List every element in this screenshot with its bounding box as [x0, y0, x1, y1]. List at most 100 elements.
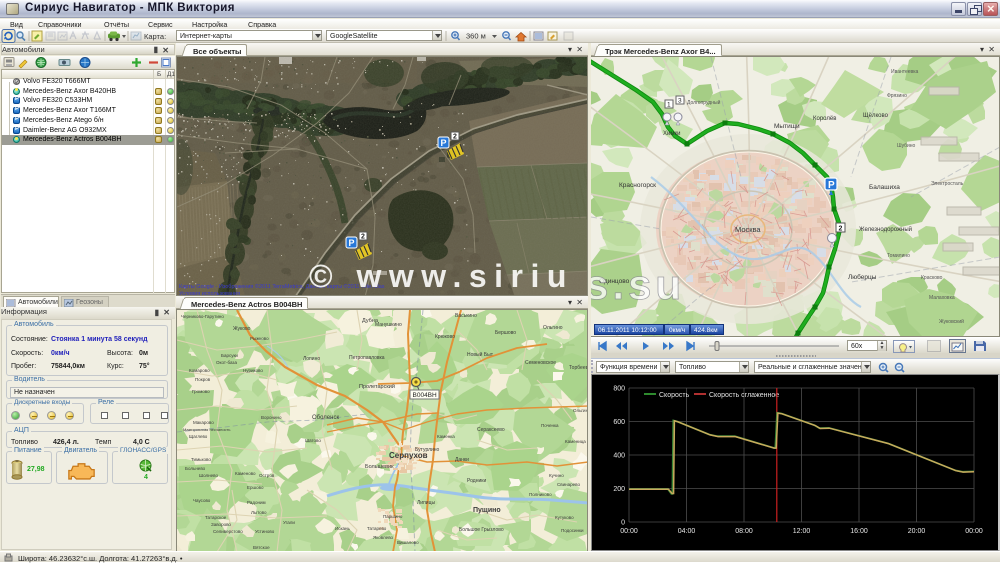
svg-text:16:00: 16:00 [850, 528, 868, 535]
svg-text:Данки: Данки [455, 457, 469, 463]
svg-text:Подосинки: Подосинки [561, 528, 584, 533]
svg-text:Татарево: Татарево [367, 526, 387, 531]
svg-text:Каменица: Каменица [565, 439, 586, 444]
svg-text:Жуковский: Жуковский [939, 318, 964, 325]
svg-text:Больнево: Больнево [185, 466, 206, 471]
svg-text:Чаусово: Чаусово [193, 498, 211, 503]
svg-text:Лытово: Лытово [251, 510, 267, 515]
svg-text:Селиверстово: Селиверстово [213, 529, 243, 534]
svg-text:Ивантеевка: Ивантеевка [891, 69, 918, 75]
svg-text:Бутурлино: Бутурлино [415, 447, 440, 453]
svg-text:Большевик: Большевик [365, 464, 394, 470]
svg-text:Каменка: Каменка [437, 434, 455, 439]
svg-text:Барсуки: Барсуки [221, 353, 238, 358]
svg-text:s.su: s.su [591, 261, 685, 308]
svg-text:Электросталь: Электросталь [931, 181, 964, 187]
svg-text:20:00: 20:00 [908, 528, 926, 535]
svg-text:Москва: Москва [735, 225, 761, 234]
svg-text:Оболенск: Оболенск [312, 415, 339, 421]
svg-text:P: P [441, 138, 447, 148]
svg-text:Нуриково: Нуриково [243, 368, 263, 373]
svg-text:Торбеево: Торбеево [569, 365, 588, 371]
svg-text:600: 600 [613, 419, 625, 426]
svg-text:360 м: 360 м [466, 32, 486, 41]
svg-text:Ершово: Ершово [247, 485, 264, 490]
svg-text:Свинарево: Свинарево [557, 482, 580, 487]
svg-text:Каменово: Каменово [235, 471, 256, 476]
svg-text:2: 2 [453, 134, 457, 141]
svg-text:Долгопрудный: Долгопрудный [687, 99, 721, 106]
svg-text:Скорость сглаженное: Скорость сглаженное [709, 392, 779, 399]
svg-text:Макарово: Макарово [193, 420, 214, 425]
svg-text:P: P [349, 238, 355, 248]
svg-text:Рыжково: Рыжково [250, 336, 269, 341]
svg-text:Тимьково: Тимьково [191, 457, 211, 462]
svg-text:Васькино: Васькино [455, 313, 477, 319]
svg-text:Кучино: Кучино [549, 473, 564, 478]
svg-text:Искань: Искань [335, 526, 351, 531]
svg-text:800: 800 [613, 386, 625, 393]
svg-text:Щаглево: Щаглево [189, 434, 208, 439]
svg-text:Манушкино: Манушкино [375, 322, 402, 328]
svg-text:Шатово: Шатово [305, 438, 321, 443]
svg-text:00:00: 00:00 [620, 528, 638, 535]
svg-text:04:00: 04:00 [678, 528, 696, 535]
svg-text:Жуково: Жуково [233, 326, 251, 332]
svg-text:Ольгино: Ольгино [573, 408, 588, 413]
svg-text:Вишалово: Вишалово [397, 540, 419, 545]
svg-text:Ольгино: Ольгино [543, 325, 563, 331]
svg-text:Паршино: Паршино [383, 514, 403, 519]
svg-text:Лопино: Лопино [303, 356, 320, 362]
svg-text:Петропавловка: Петропавловка [349, 355, 385, 361]
svg-text:Сераксеево: Сераксеево [477, 427, 505, 433]
svg-text:Угали: Угали [283, 520, 295, 525]
svg-text:Красково: Красково [921, 275, 943, 281]
svg-text:Татарское: Татарское [205, 515, 227, 520]
svg-text:Шубино: Шубино [897, 143, 916, 149]
svg-text:Химки: Химки [663, 131, 680, 137]
svg-text:© www.siriu: © www.siriu [309, 258, 574, 294]
svg-text:Скорость: Скорость [659, 392, 690, 399]
svg-text:Окот-база: Окот-база [216, 360, 237, 365]
svg-text:Люберцы: Люберцы [848, 273, 877, 281]
svg-text:Яковлево: Яковлево [373, 535, 394, 540]
svg-text:Заворово: Заворово [211, 522, 231, 527]
svg-text:Новый Быт: Новый Быт [467, 351, 494, 358]
svg-text:Большое Грызлово: Большое Грызлово [459, 527, 504, 533]
svg-text:3: 3 [678, 98, 682, 105]
svg-text:Крюково: Крюково [435, 334, 455, 340]
svg-text:Условия использования: Условия использования [179, 291, 240, 296]
svg-text:Малаховка: Малаховка [929, 295, 955, 301]
svg-text:Липицы: Липицы [417, 500, 435, 506]
svg-text:Комарово: Комарово [189, 368, 210, 373]
svg-text:Радоним: Радоним [247, 500, 266, 505]
svg-text:Мамировская песчаность: Мамировская песчаность [183, 427, 230, 432]
svg-text:Шолнево: Шолнево [199, 473, 218, 478]
svg-text:Родники: Родники [467, 478, 486, 484]
svg-text:Мытищи: Мытищи [774, 123, 800, 130]
svg-text:00:00: 00:00 [965, 528, 983, 535]
svg-text:200: 200 [613, 486, 625, 493]
svg-text:Устиново: Устиново [255, 529, 275, 534]
svg-text:Железнодорожный: Железнодорожный [859, 226, 912, 233]
svg-text:08:00: 08:00 [735, 528, 753, 535]
svg-text:Покров: Покров [195, 377, 211, 382]
svg-text:Бершово: Бершово [495, 330, 516, 336]
svg-text:Полниково: Полниково [529, 492, 552, 497]
svg-text:2: 2 [361, 234, 365, 241]
svg-text:400: 400 [613, 453, 625, 460]
svg-text:2: 2 [839, 226, 843, 233]
svg-text:Воронино: Воронино [261, 415, 282, 420]
svg-text:Остров: Остров [259, 473, 275, 478]
svg-text:Кутуково: Кутуково [555, 515, 574, 520]
svg-text:1: 1 [667, 102, 671, 109]
svg-text:12:00: 12:00 [793, 528, 811, 535]
svg-text:Семеновское: Семеновское [525, 360, 556, 366]
svg-text:B004BH: B004BH [413, 392, 438, 399]
svg-text:P: P [828, 180, 835, 191]
svg-text:Фрязино: Фрязино [887, 93, 907, 99]
svg-text:Поченка: Поченка [541, 423, 559, 428]
svg-text:Громово: Громово [192, 389, 210, 394]
svg-text:Пущино: Пущино [473, 507, 501, 514]
svg-text:Вятское: Вятское [253, 545, 270, 550]
